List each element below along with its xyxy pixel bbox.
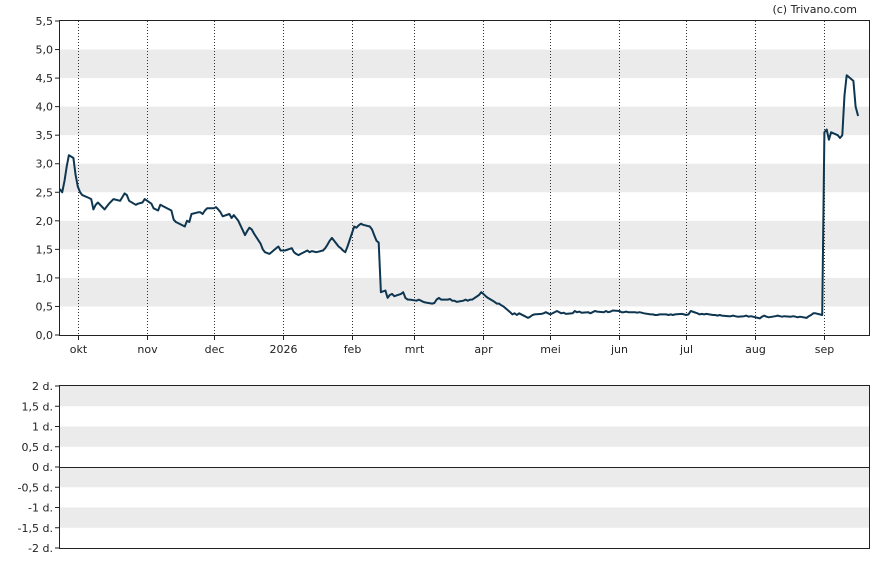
x-tick-label: mei <box>540 343 561 356</box>
bottom-y-tick-label: -2 d. <box>28 542 53 555</box>
y-tick-label: 3,0 <box>36 158 54 171</box>
y-tick-label: 4,0 <box>36 101 54 114</box>
bottom-y-tick-label: 0 d. <box>32 461 53 474</box>
bottom-y-tick-label: 1,5 d. <box>22 400 53 413</box>
price-chart-svg: 0,0 0,5 1,0 1,5 2,0 2,5 3,0 3,5 4,0 4,5 5,0 5,5 okt… <box>18 3 870 555</box>
top-grid-band <box>60 106 869 136</box>
bottom-panel-y-ticks: -2 d. -1,5 d. -1 d. -0,5 d. 0 d. 0,5 d. 1 d. 1,… <box>18 380 60 555</box>
y-tick-label: 0,5 <box>36 300 54 313</box>
bottom-y-tick-label: -1 d. <box>28 502 53 515</box>
y-tick-label: 4,5 <box>36 72 54 85</box>
bottom-panel-bands <box>60 386 869 528</box>
y-tick-label: 5,5 <box>36 15 54 28</box>
x-tick-label: 2026 <box>270 343 298 356</box>
x-tick-label: mrt <box>405 343 425 356</box>
top-panel-x-ticks: okt nov dec 2026 feb mrt apr mei jun jul aug sep <box>70 335 834 356</box>
x-tick-label: apr <box>474 343 493 356</box>
y-tick-label: 1,5 <box>36 243 54 256</box>
y-tick-label: 3,5 <box>36 129 54 142</box>
y-tick-label: 1,0 <box>36 272 54 285</box>
bottom-y-tick-label: 0,5 d. <box>22 441 53 454</box>
x-tick-label: jul <box>679 343 693 356</box>
y-tick-label: 2,0 <box>36 215 54 228</box>
bottom-y-tick-label: -0,5 d. <box>18 481 53 494</box>
top-grid-band <box>60 49 869 79</box>
credit-label: (c) Trivano.com <box>772 3 857 16</box>
top-panel-y-ticks: 0,0 0,5 1,0 1,5 2,0 2,5 3,0 3,5 4,0 4,5 5,0 5,5 <box>36 15 60 342</box>
bottom-grid-band <box>60 507 869 528</box>
bottom-grid-band <box>60 386 869 407</box>
x-tick-label: sep <box>815 343 834 356</box>
x-tick-label: jun <box>610 343 628 356</box>
x-tick-label: feb <box>344 343 362 356</box>
bottom-y-tick-label: 1 d. <box>32 421 53 434</box>
y-tick-label: 5,0 <box>36 44 54 57</box>
bottom-grid-band <box>60 426 869 447</box>
y-tick-label: 2,5 <box>36 186 54 199</box>
bottom-y-tick-label: -1,5 d. <box>18 522 53 535</box>
bottom-y-tick-label: 2 d. <box>32 380 53 393</box>
top-panel-bands <box>60 49 869 307</box>
x-tick-label: nov <box>137 343 158 356</box>
x-tick-label: dec <box>205 343 225 356</box>
x-tick-label: aug <box>745 343 766 356</box>
bottom-grid-band <box>60 467 869 488</box>
top-grid-band <box>60 163 869 193</box>
x-tick-label: okt <box>70 343 88 356</box>
top-grid-band <box>60 277 869 307</box>
y-tick-label: 0,0 <box>36 329 54 342</box>
